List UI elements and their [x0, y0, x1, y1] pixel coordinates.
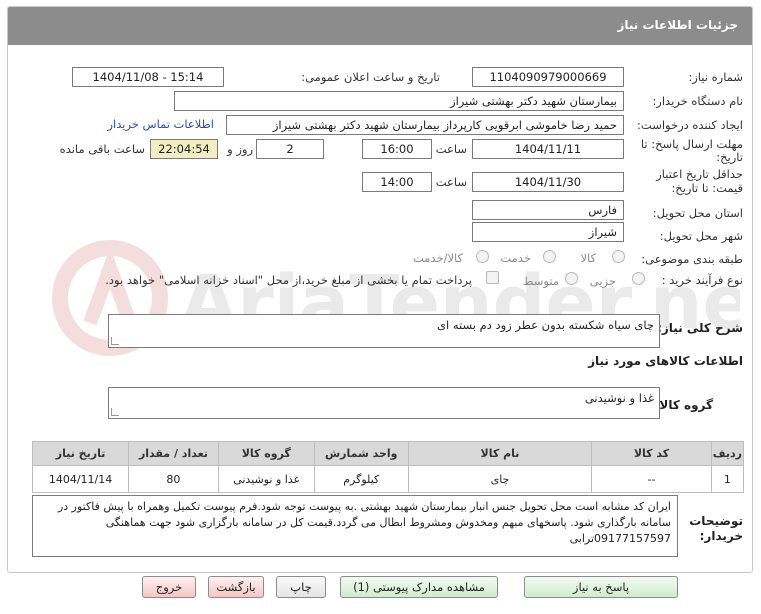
- print-button[interactable]: چاپ: [276, 576, 326, 598]
- col-qty-header: تعداد / مقدار: [128, 441, 219, 466]
- need-number-field: 1104090979000669: [472, 67, 624, 87]
- remaining-time-field: 22:04:54: [150, 139, 218, 159]
- buyer-notes-label-line1: توضیحات: [689, 514, 743, 528]
- reply-deadline-date-field: 1404/11/11: [472, 139, 624, 159]
- reply-deadline-time-field: 16:00: [362, 139, 432, 159]
- requester-field: حمید رضا خاموشی ابرقویی کارپرداز بیمارست…: [226, 115, 624, 135]
- remaining-time-label: ساعت باقی مانده: [59, 142, 145, 156]
- page-header: جزئیات اطلاعات نیاز: [8, 7, 752, 45]
- reply-deadline-days-field: 2: [256, 139, 324, 159]
- purchase-process-label: نوع فرآیند خرید :: [661, 273, 743, 287]
- general-desc-label: شرح کلی نیاز:: [657, 321, 743, 335]
- category-goods-label: کالا: [580, 251, 596, 265]
- city-label: شهر محل تحویل:: [659, 229, 743, 243]
- reply-deadline-days-label: روز و: [227, 142, 253, 156]
- price-validity-label-line1: حداقل تاریخ اعتبار: [656, 167, 743, 181]
- view-attachments-button[interactable]: مشاهده مدارک پیوستی (1): [340, 576, 498, 598]
- col-name-header: نام کالا: [407, 441, 593, 466]
- requester-label: ایجاد کننده درخواست:: [637, 118, 743, 132]
- price-validity-label-line2: قیمت: تا تاریخ:: [671, 181, 743, 195]
- process-minor-label: جزیی: [589, 274, 616, 288]
- price-validity-time-field: 14:00: [362, 172, 432, 192]
- category-goods-service-label: کالا/خدمت: [412, 251, 463, 265]
- buyer-contact-link[interactable]: اطلاعات تماس خریدار: [107, 117, 214, 131]
- announce-datetime-label: تاریخ و ساعت اعلان عمومی:: [301, 70, 440, 84]
- price-validity-date-field: 1404/11/30: [472, 172, 624, 192]
- buyer-notes-label-line2: خریدار:: [699, 529, 743, 543]
- treasury-checkbox[interactable]: [486, 271, 499, 284]
- treasury-text: پرداخت تمام یا بخشی از مبلغ خرید،از محل …: [105, 273, 472, 287]
- cell-code: --: [591, 465, 712, 493]
- cell-date: 1404/11/14: [31, 465, 130, 493]
- announce-datetime-field: 1404/11/08 - 15:14: [72, 67, 224, 87]
- table-row: 1 -- چای کیلوگرم غذا و نوشیدنی 80 1404/1…: [31, 465, 745, 493]
- table-header-row: ردیف کد کالا نام کالا واحد شمارش گروه کا…: [31, 441, 745, 466]
- resize-grip-icon[interactable]: [111, 408, 119, 416]
- exit-button[interactable]: خروج: [142, 576, 196, 598]
- buyer-notes-field: ایران کد مشابه است محل تحویل جنس انبار ب…: [32, 495, 678, 557]
- category-label: طبقه بندی موضوعی:: [641, 252, 743, 266]
- city-field: شیراز: [472, 222, 624, 242]
- reply-button[interactable]: پاسخ به نیاز: [524, 576, 678, 598]
- cell-name: چای: [407, 465, 593, 493]
- col-group-header: گروه کالا: [217, 441, 315, 466]
- category-service-label: خدمت: [500, 251, 531, 265]
- price-validity-time-label: ساعت: [435, 175, 467, 189]
- cell-unit: کیلوگرم: [313, 465, 409, 493]
- province-field: فارس: [472, 200, 624, 220]
- reply-deadline-time-label: ساعت: [435, 142, 467, 156]
- process-medium-label: متوسط: [522, 274, 559, 288]
- category-goods-service-radio[interactable]: [476, 250, 489, 263]
- cell-group: غذا و نوشیدنی: [217, 465, 315, 493]
- buyer-org-label: نام دستگاه خریدار:: [652, 94, 743, 108]
- goods-info-title: اطلاعات کالاهای مورد نیاز: [588, 354, 743, 368]
- category-goods-radio[interactable]: [612, 250, 625, 263]
- buyer-org-field: بیمارستان شهید دکتر بهشتی شیراز: [174, 91, 624, 111]
- goods-group-text: غذا و نوشیدنی: [584, 391, 654, 405]
- col-date-header: تاریخ نیاز: [31, 441, 130, 466]
- resize-grip-icon[interactable]: [111, 337, 119, 345]
- reply-deadline-label-line2: تاریخ:: [716, 150, 743, 164]
- process-minor-radio[interactable]: [632, 272, 645, 285]
- category-service-radio[interactable]: [543, 250, 556, 263]
- province-label: استان محل تحویل:: [652, 206, 743, 220]
- col-code-header: کد کالا: [591, 441, 712, 466]
- cell-row: 1: [710, 465, 745, 493]
- col-row-header: ردیف: [710, 441, 745, 466]
- page-title: جزئیات اطلاعات نیاز: [617, 18, 738, 32]
- general-desc-text: چای سیاه شکسته بدون عطر زود دم بسته ای: [436, 318, 654, 332]
- cell-qty: 80: [128, 465, 219, 493]
- goods-group-field: غذا و نوشیدنی: [108, 387, 660, 419]
- reply-deadline-label-line1: مهلت ارسال پاسخ: تا: [640, 137, 743, 151]
- back-button[interactable]: بازگشت: [208, 576, 264, 598]
- items-table: ردیف کد کالا نام کالا واحد شمارش گروه کا…: [31, 441, 745, 493]
- goods-group-label: گروه کالا:: [654, 398, 713, 412]
- process-medium-radio[interactable]: [565, 272, 578, 285]
- general-desc-field: چای سیاه شکسته بدون عطر زود دم بسته ای: [108, 314, 660, 348]
- col-unit-header: واحد شمارش: [313, 441, 409, 466]
- need-number-label: شماره نیاز:: [688, 70, 743, 84]
